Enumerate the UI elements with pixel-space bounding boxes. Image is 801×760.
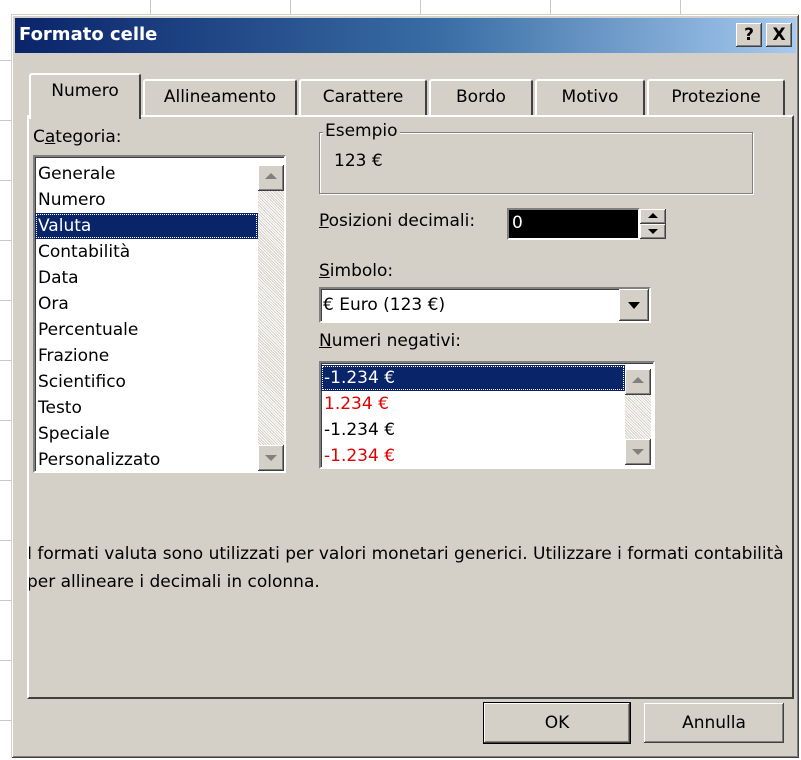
ok-button[interactable]: OK xyxy=(483,702,631,744)
tab-protezione[interactable]: Protezione xyxy=(647,79,785,115)
format-cells-dialog: Formato celle ? X Numero Allineamento Ca… xyxy=(11,14,799,758)
tab-bordo[interactable]: Bordo xyxy=(429,79,533,115)
help-button[interactable]: ? xyxy=(736,23,762,47)
tab-panel-numero xyxy=(27,115,794,699)
tab-allineamento[interactable]: Allineamento xyxy=(143,79,297,115)
tab-motivo[interactable]: Motivo xyxy=(535,79,645,115)
close-button[interactable]: X xyxy=(766,23,792,47)
tab-strip: Numero Allineamento Carattere Bordo Moti… xyxy=(27,73,797,119)
title-bar[interactable]: Formato celle ? X xyxy=(15,18,796,53)
tab-numero[interactable]: Numero xyxy=(29,73,141,119)
cancel-button[interactable]: Annulla xyxy=(644,703,784,743)
dialog-title: Formato celle xyxy=(19,24,158,45)
tab-carattere[interactable]: Carattere xyxy=(299,79,427,115)
